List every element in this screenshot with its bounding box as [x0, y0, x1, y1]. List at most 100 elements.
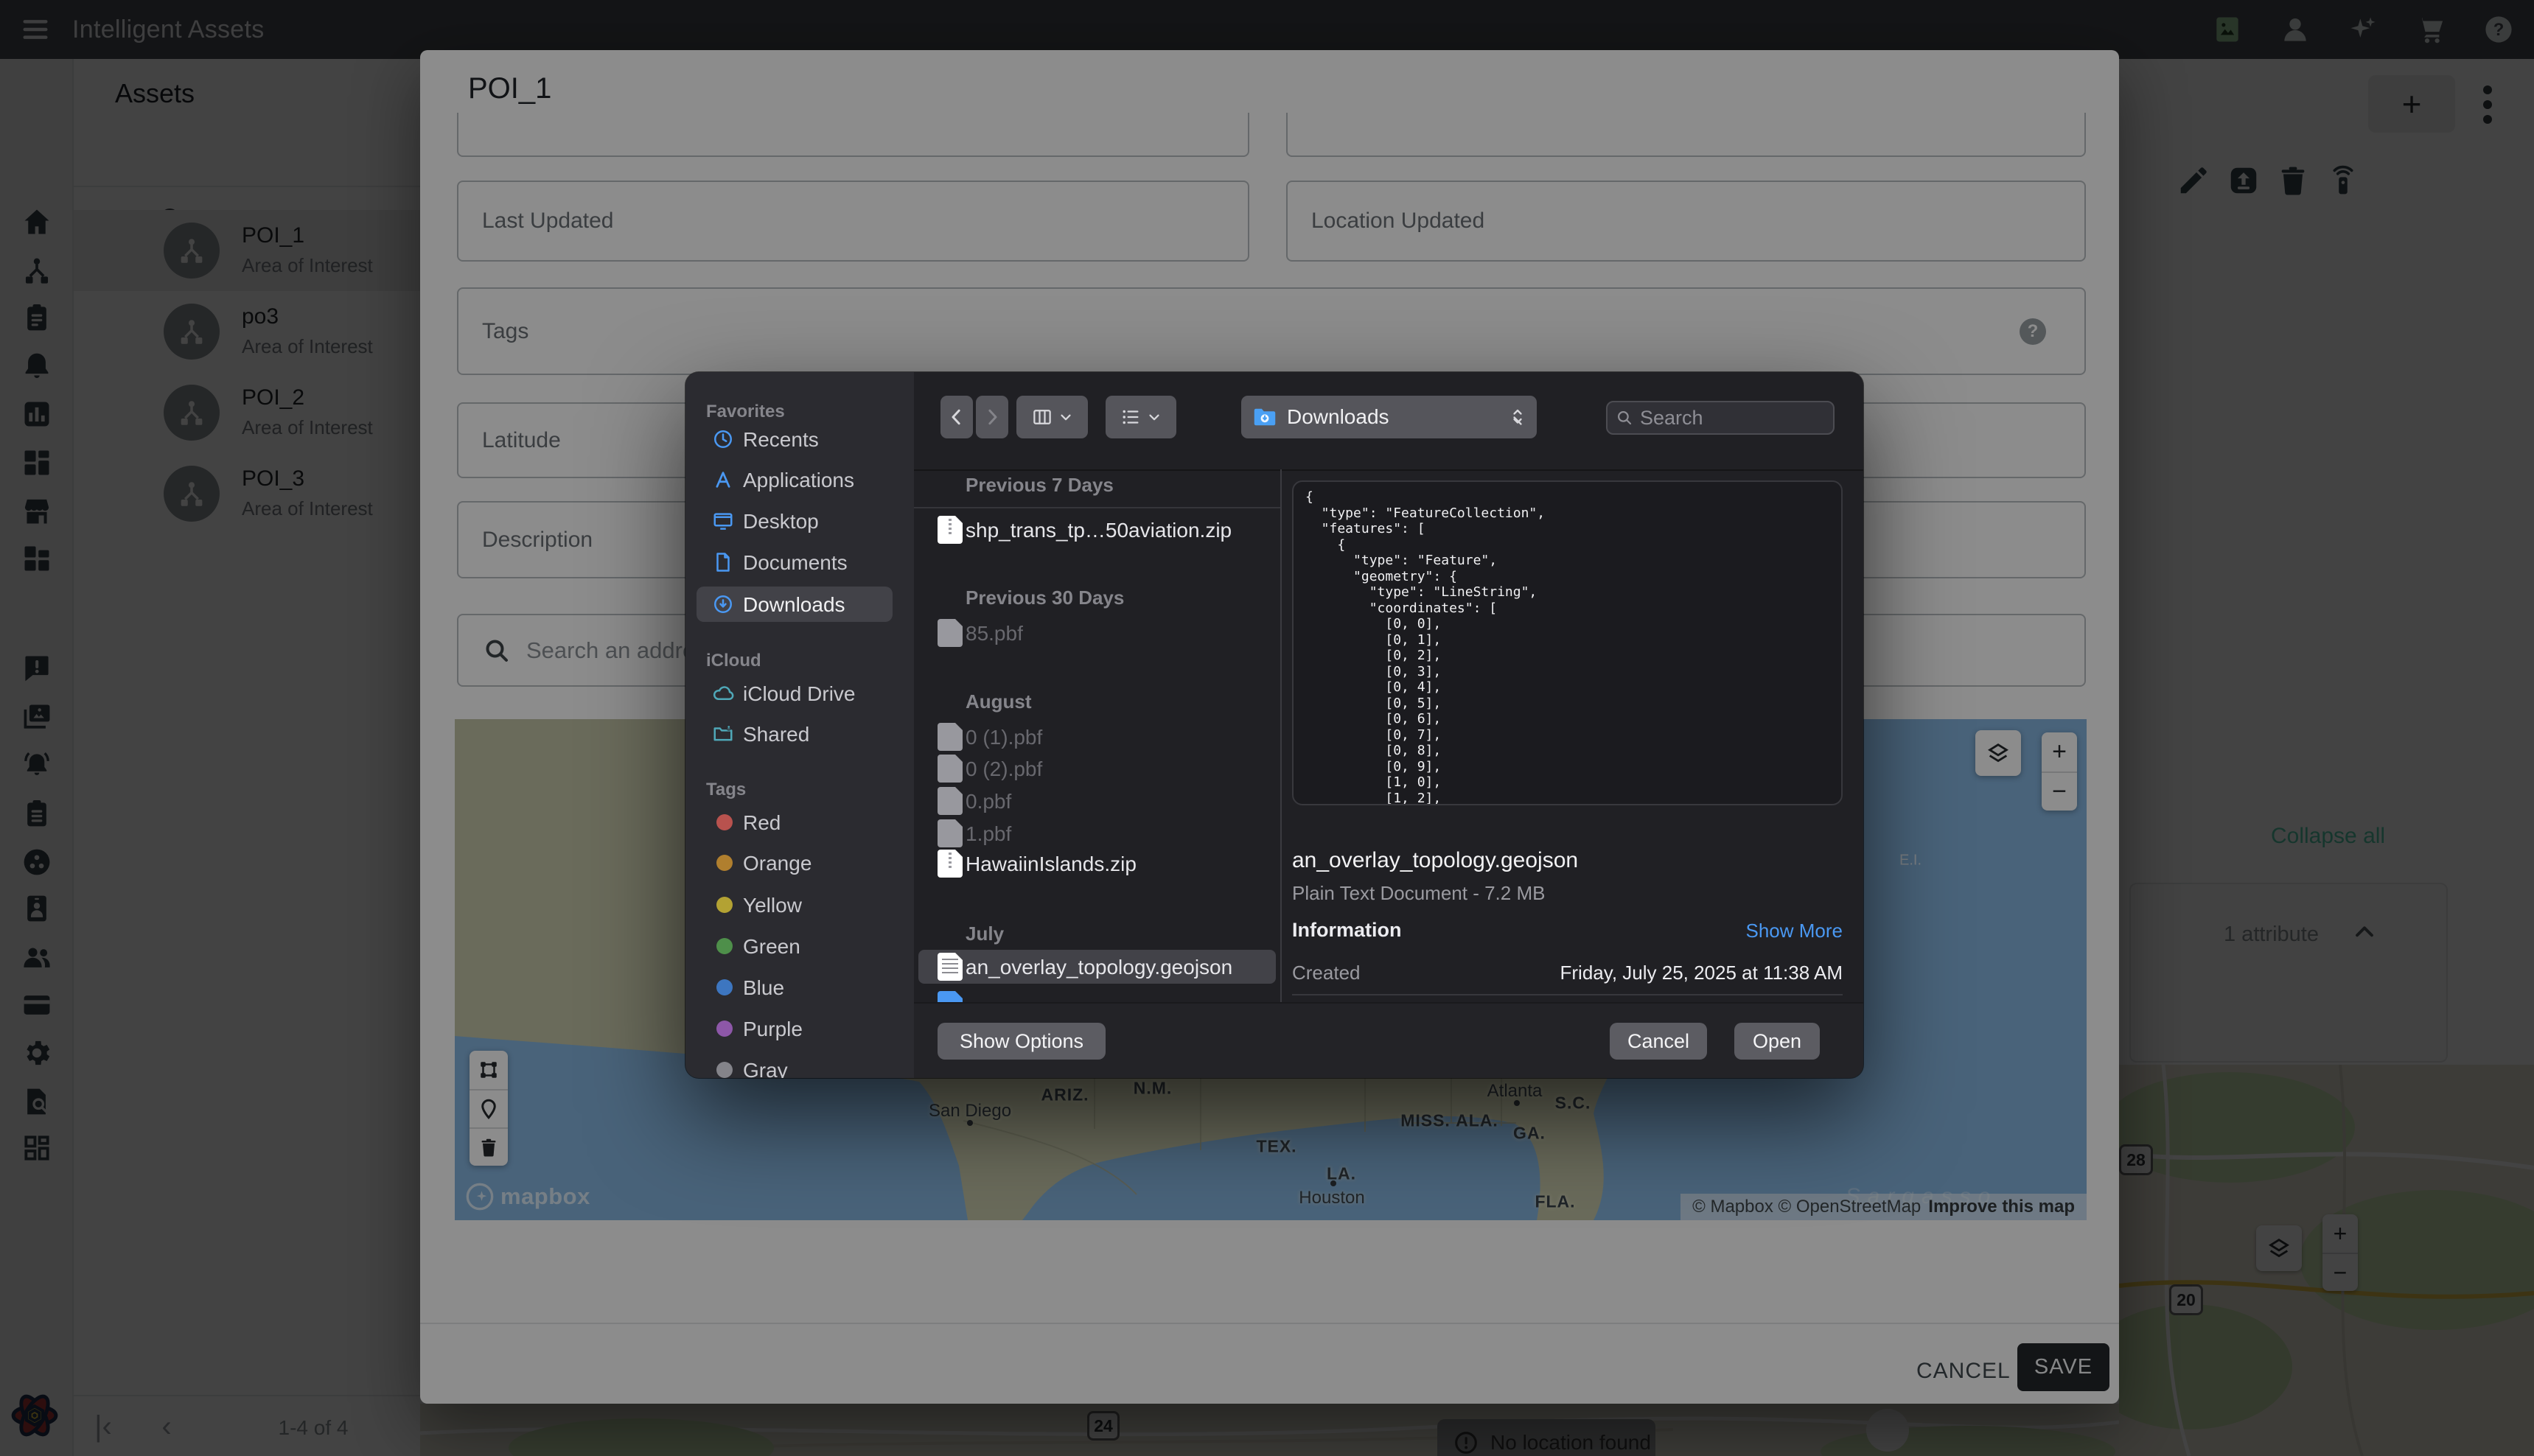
preview-filename: an_overlay_topology.geojson [1292, 848, 1578, 873]
file-content-preview: { "type": "FeatureCollection", "features… [1292, 480, 1843, 805]
sidebar-item-icloud-drive[interactable]: iCloud Drive [685, 676, 914, 711]
finder-open-button[interactable]: Open [1734, 1023, 1820, 1060]
sidebar-item-label: Desktop [743, 510, 819, 533]
cloud-icon [712, 682, 734, 704]
file-row[interactable]: 1.pbf [918, 816, 1276, 850]
tag-color-dot [716, 1021, 733, 1037]
pbf-file-icon [938, 723, 963, 751]
sidebar-section-label: Tags [706, 780, 746, 800]
file-name: 0 (2).pbf [966, 757, 1042, 781]
file-icon [938, 850, 963, 878]
sidebar-item-label: Shared [743, 723, 809, 746]
file-section-label: August [966, 690, 1032, 713]
finder-search-field[interactable]: Search [1606, 401, 1835, 435]
file-icon [938, 516, 963, 544]
sidebar-item-recents[interactable]: Recents [685, 421, 914, 457]
divider [914, 507, 1280, 508]
file-row[interactable]: HawaiinIslands.zip [918, 847, 1276, 881]
sidebar-item-blue[interactable]: Blue [685, 970, 914, 1005]
file-row[interactable]: 0 (1).pbf [918, 720, 1276, 754]
created-label: Created [1292, 962, 1361, 984]
finder-main: Downloads Search Previous 7 Days shp_tran… [914, 372, 1863, 1078]
file-row[interactable]: 0.pbf [918, 784, 1276, 818]
tag-color-dot [716, 979, 733, 995]
file-name: HawaiinIslands.zip [966, 853, 1137, 876]
pbf-file-icon [938, 787, 963, 815]
information-heading: Information [1292, 919, 1402, 942]
file-name: 1.pbf [966, 822, 1011, 846]
sidebar-item-label: Purple [743, 1018, 803, 1041]
sidebar-item-green[interactable]: Green [685, 928, 914, 964]
file-name: shp_trans_tp…50aviation.zip [966, 519, 1232, 542]
file-name: 0 (1).pbf [966, 726, 1042, 749]
sidebar-item-desktop[interactable]: Desktop [685, 503, 914, 539]
sidebar-item-label: Recents [743, 428, 819, 452]
sidebar-item-label: Yellow [743, 894, 802, 917]
column-view-button[interactable] [1016, 396, 1088, 438]
file-preview-pane: { "type": "FeatureCollection", "features… [1280, 469, 1863, 1002]
tag-color-dot [716, 855, 733, 871]
sidebar-item-label: Downloads [743, 593, 845, 617]
file-name: 85.pbf [966, 622, 1023, 645]
sidebar-section-label: Favorites [706, 402, 785, 422]
sidebar-item-red[interactable]: Red [685, 805, 914, 840]
tag-color-dot [716, 938, 733, 954]
preview-kind-size: Plain Text Document - 7.2 MB [1292, 882, 1545, 905]
file-row[interactable]: 0 (2).pbf [918, 752, 1276, 785]
sidebar-item-label: iCloud Drive [743, 682, 856, 706]
document-icon [712, 551, 734, 573]
tag-color-dot [716, 897, 733, 913]
desktop-icon [712, 510, 734, 532]
file-section-label: Previous 7 Days [966, 474, 1114, 496]
file-open-dialog: Favorites Recents Applications Desktop Docum… [685, 372, 1863, 1078]
file-icon [938, 991, 963, 1002]
sidebar-item-label: Red [743, 811, 781, 835]
zip-file-icon [938, 516, 963, 544]
sidebar-item-shared[interactable]: Shared [685, 716, 914, 752]
sidebar-item-orange[interactable]: Orange [685, 845, 914, 881]
location-dropdown[interactable]: Downloads [1241, 396, 1537, 438]
group-view-button[interactable] [1106, 396, 1176, 438]
pbf-file-icon [938, 619, 963, 647]
sidebar-item-label: Orange [743, 852, 811, 875]
file-icon [938, 819, 963, 847]
blue-file-icon [938, 991, 963, 1002]
sidebar-item-yellow[interactable]: Yellow [685, 887, 914, 923]
file-section-label: July [966, 923, 1004, 945]
file-name: an_overlay_topology.geojson [966, 956, 1232, 979]
appstore-icon [712, 469, 734, 491]
finder-footer: Show Options Cancel Open [914, 1002, 1863, 1078]
file-row[interactable]: shp_trans_tp…50aviation.zip [918, 513, 1276, 547]
sidebar-item-label: Green [743, 935, 800, 959]
sidebar-item-gray[interactable]: Gray [685, 1052, 914, 1078]
back-button[interactable] [940, 396, 973, 438]
file-icon [938, 723, 963, 751]
tag-color-dot [716, 814, 733, 830]
file-list: Previous 7 Days shp_trans_tp…50aviation.z… [914, 469, 1280, 1002]
sidebar-item-label: Applications [743, 469, 854, 492]
file-row[interactable] [918, 988, 1276, 1002]
show-more-link[interactable]: Show More [1746, 920, 1843, 942]
forward-button[interactable] [976, 396, 1008, 438]
sidebar-item-documents[interactable]: Documents [685, 545, 914, 580]
file-icon [938, 619, 963, 647]
sidebar-item-applications[interactable]: Applications [685, 462, 914, 497]
geo-file-icon [938, 953, 963, 981]
sidebar-item-label: Documents [743, 551, 848, 575]
clock-icon [712, 428, 734, 450]
file-section-label: Previous 30 Days [966, 587, 1124, 609]
file-row[interactable]: an_overlay_topology.geojson [918, 950, 1276, 984]
file-row[interactable]: 85.pbf [918, 616, 1276, 650]
finder-cancel-button[interactable]: Cancel [1610, 1023, 1707, 1060]
created-value: Friday, July 25, 2025 at 11:38 AM [1560, 962, 1843, 984]
show-options-button[interactable]: Show Options [938, 1023, 1106, 1060]
sidebar-item-purple[interactable]: Purple [685, 1011, 914, 1046]
tag-color-dot [716, 1062, 733, 1078]
pbf-file-icon [938, 819, 963, 847]
shared-folder-icon [712, 723, 734, 745]
file-icon [938, 953, 963, 981]
file-icon [938, 787, 963, 815]
sidebar-item-downloads[interactable]: Downloads [685, 587, 914, 622]
sidebar-item-label: Gray [743, 1059, 788, 1078]
pbf-file-icon [938, 755, 963, 783]
